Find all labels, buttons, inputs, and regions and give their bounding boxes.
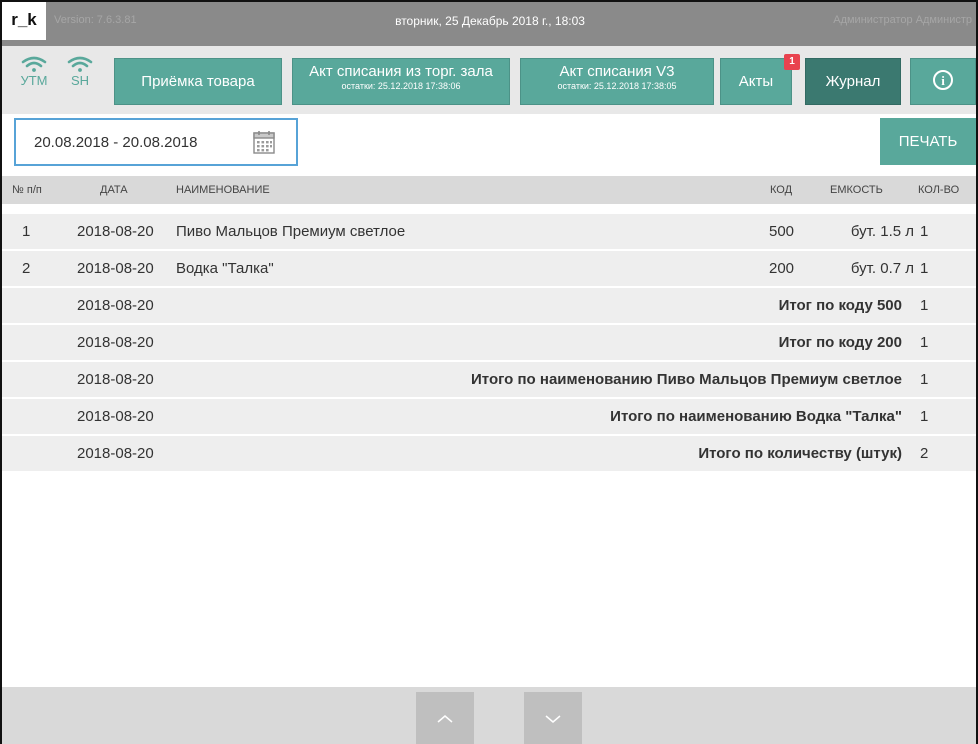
- utm-label: УТМ: [20, 73, 48, 88]
- total-row[interactable]: 2018-08-20 Итог по коду 200 1: [2, 325, 976, 360]
- header-code: КОД: [770, 184, 793, 196]
- total-row[interactable]: 2018-08-20 Итого по наименованию Пиво Ма…: [2, 362, 976, 397]
- cell-capacity: бут. 1.5 л: [850, 223, 914, 240]
- cell-date: 2018-08-20: [77, 260, 154, 277]
- writeoff-v3-sub: остатки: 25.12.2018 17:38:05: [557, 81, 677, 91]
- header-num: № п/п: [12, 184, 42, 196]
- chevron-up-icon: [437, 715, 453, 723]
- current-datetime: вторник, 25 Декабрь 2018 г., 18:03: [395, 14, 585, 28]
- cell-code: 500: [769, 223, 795, 240]
- cell-name: Пиво Мальцов Премиум светлое: [176, 223, 406, 240]
- chevron-down-icon: [545, 715, 561, 723]
- title-bar: r_k Version: 7.6.3.81 вторник, 25 Декабр…: [2, 2, 976, 46]
- cell-date: 2018-08-20: [77, 445, 154, 462]
- cell-qty: 1: [920, 297, 929, 314]
- cell-total-label: Итого по наименованию Водка "Талка": [610, 408, 902, 425]
- acts-label: Акты: [738, 73, 774, 90]
- pagination-bar: [2, 687, 976, 744]
- cell-name: Водка "Талка": [176, 260, 274, 277]
- cell-num: 2: [22, 260, 31, 277]
- table-header: № п/п ДАТА НАИМЕНОВАНИЕ КОД ЕМКОСТЬ КОЛ-…: [2, 176, 976, 204]
- scroll-down-button[interactable]: [524, 692, 582, 744]
- utm-status: УТМ: [14, 56, 54, 88]
- table-row[interactable]: 2 2018-08-20 Водка "Талка" 200 бут. 0.7 …: [2, 251, 976, 286]
- table-body: 1 2018-08-20 Пиво Мальцов Премиум светло…: [2, 214, 976, 473]
- total-row[interactable]: 2018-08-20 Итого по количеству (штук) 2: [2, 436, 976, 471]
- header-capacity: ЕМКОСТЬ: [830, 184, 883, 196]
- journal-button[interactable]: Журнал: [805, 58, 901, 105]
- writeoff-v3-button[interactable]: Акт списания V3 остатки: 25.12.2018 17:3…: [520, 58, 714, 105]
- acts-button[interactable]: Акты: [720, 58, 792, 105]
- cell-total-label: Итог по коду 500: [778, 297, 902, 314]
- cell-total-label: Итого по наименованию Пиво Мальцов Преми…: [471, 371, 902, 388]
- scroll-up-button[interactable]: [416, 692, 474, 744]
- cell-date: 2018-08-20: [77, 297, 154, 314]
- info-button[interactable]: i: [910, 58, 976, 105]
- info-icon: i: [933, 70, 953, 90]
- calendar-icon: [253, 131, 275, 154]
- cell-qty: 1: [920, 371, 929, 388]
- sh-label: SH: [70, 73, 90, 88]
- cell-qty: 2: [920, 445, 929, 462]
- date-range-picker[interactable]: 20.08.2018 - 20.08.2018: [14, 118, 298, 166]
- cell-total-label: Итого по количеству (штук): [698, 445, 902, 462]
- app-window: r_k Version: 7.6.3.81 вторник, 25 Декабр…: [0, 0, 978, 744]
- info-glyph: i: [941, 73, 945, 88]
- total-row[interactable]: 2018-08-20 Итого по наименованию Водка "…: [2, 399, 976, 434]
- cell-code: 200: [769, 260, 795, 277]
- writeoff-hall-sub: остатки: 25.12.2018 17:38:06: [341, 81, 461, 91]
- header-qty: КОЛ-ВО: [918, 184, 960, 196]
- table-row[interactable]: 1 2018-08-20 Пиво Мальцов Премиум светло…: [2, 214, 976, 249]
- date-range-value: 20.08.2018 - 20.08.2018: [34, 134, 198, 151]
- journal-label: Журнал: [825, 73, 881, 90]
- main-toolbar: УТМ SH Приёмка товара Акт списания из то…: [2, 46, 976, 114]
- cell-num: 1: [22, 223, 31, 240]
- header-date: ДАТА: [100, 184, 128, 196]
- writeoff-hall-button[interactable]: Акт списания из торг. зала остатки: 25.1…: [292, 58, 510, 105]
- cell-capacity: бут. 0.7 л: [850, 260, 914, 277]
- writeoff-v3-label: Акт списания V3: [559, 63, 675, 80]
- cell-qty: 1: [920, 260, 929, 277]
- receipt-button[interactable]: Приёмка товара: [114, 58, 282, 105]
- cell-date: 2018-08-20: [77, 334, 154, 351]
- writeoff-hall-label: Акт списания из торг. зала: [309, 63, 493, 80]
- sh-status: SH: [60, 56, 100, 88]
- total-row[interactable]: 2018-08-20 Итог по коду 500 1: [2, 288, 976, 323]
- wifi-icon: [67, 56, 93, 72]
- cell-total-label: Итог по коду 200: [778, 334, 902, 351]
- cell-date: 2018-08-20: [77, 371, 154, 388]
- receipt-label: Приёмка товара: [141, 73, 255, 90]
- cell-date: 2018-08-20: [77, 408, 154, 425]
- cell-qty: 1: [920, 223, 929, 240]
- user-name: Администратор Администр: [833, 14, 972, 26]
- wifi-icon: [21, 56, 47, 72]
- header-name: НАИМЕНОВАНИЕ: [176, 184, 270, 196]
- print-button[interactable]: ПЕЧАТЬ: [880, 118, 976, 165]
- acts-notification-badge: 1: [784, 54, 800, 70]
- cell-qty: 1: [920, 334, 929, 351]
- cell-date: 2018-08-20: [77, 223, 154, 240]
- cell-qty: 1: [920, 408, 929, 425]
